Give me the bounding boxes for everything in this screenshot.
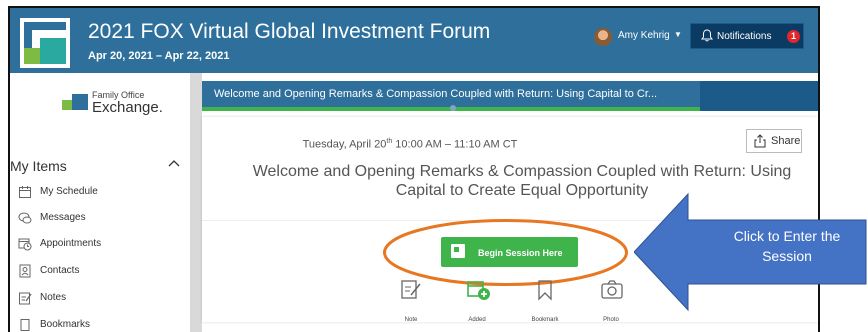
share-button[interactable]: Share — [746, 129, 802, 153]
added-calendar-icon — [467, 281, 490, 300]
contact-card-icon — [19, 264, 31, 278]
avatar[interactable] — [594, 28, 612, 46]
sidebar-scrollbar[interactable] — [190, 73, 202, 332]
share-icon — [754, 134, 766, 148]
session-datetime: Tuesday, April 20th 10:00 AM – 11:10 AM … — [302, 138, 518, 151]
session-tab-bar: Welcome and Opening Remarks & Compassion… — [202, 81, 818, 111]
calendar-icon — [19, 186, 31, 198]
camera-icon — [601, 280, 623, 299]
sidebar-item-label: Notes — [40, 292, 67, 303]
highlight-ellipse — [383, 219, 628, 286]
my-items-heading: My Items — [10, 158, 67, 174]
action-label: Added — [468, 317, 486, 323]
sidebar-item-label: Appointments — [40, 238, 102, 249]
sidebar-item-label: Contacts — [40, 265, 80, 276]
user-name[interactable]: Amy Kehrig — [618, 30, 670, 41]
bookmark-icon — [538, 280, 552, 301]
foe-logo-line2: Exchange. — [92, 99, 163, 116]
calendar-clock-icon — [18, 238, 32, 251]
action-label: Photo — [603, 317, 619, 323]
note-edit-icon — [401, 280, 421, 299]
foe-logo-mark — [62, 94, 88, 110]
notifications-button[interactable]: Notifications 1 — [690, 23, 804, 49]
tab-drag-handle[interactable] — [450, 105, 456, 111]
event-dates: Apr 20, 2021 – Apr 22, 2021 — [88, 50, 230, 62]
event-logo[interactable] — [20, 18, 70, 68]
event-title: 2021 FOX Virtual Global Investment Forum — [88, 20, 491, 43]
share-label: Share — [771, 135, 801, 147]
tab-session[interactable]: Welcome and Opening Remarks & Compassion… — [202, 81, 700, 107]
sidebar-item-label: Bookmarks — [40, 319, 91, 330]
chevron-up-icon[interactable] — [168, 158, 180, 168]
callout-text: Click to Enter the Session — [733, 228, 841, 264]
caret-down-icon[interactable]: ▼ — [674, 30, 682, 39]
chat-icon — [18, 212, 32, 224]
sidebar-item-label: Messages — [40, 212, 86, 223]
notifications-label: Notifications — [717, 31, 772, 42]
action-label: Bookmark — [531, 317, 559, 323]
note-icon — [19, 292, 32, 305]
action-label: Note — [404, 317, 418, 323]
bell-icon — [701, 29, 713, 42]
notification-count-badge: 1 — [787, 30, 800, 43]
header-bar: 2021 FOX Virtual Global Investment Forum… — [10, 8, 818, 73]
sidebar-item-label: My Schedule — [40, 186, 98, 197]
